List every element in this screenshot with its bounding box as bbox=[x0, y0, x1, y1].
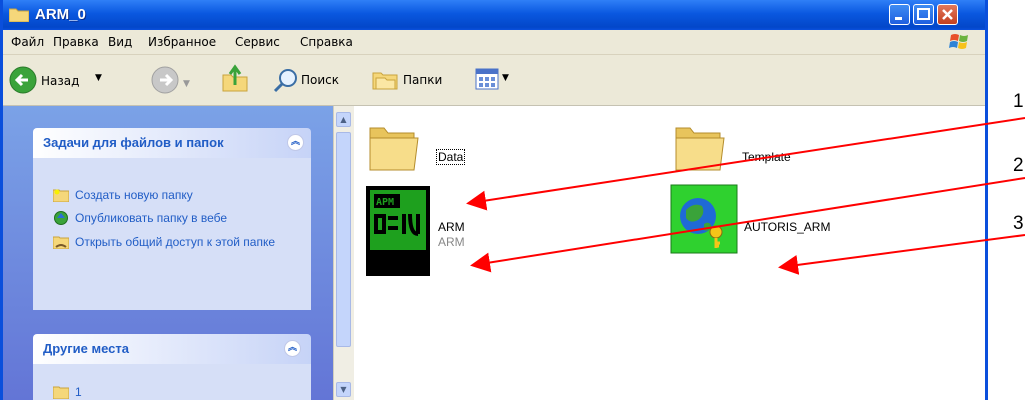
task-pane-scrollbar[interactable]: ▲ ▼ bbox=[333, 106, 354, 400]
search-label: Поиск bbox=[301, 73, 340, 87]
menu-tools[interactable]: Сервис bbox=[235, 35, 280, 49]
tasks-panel-title: Задачи для файлов и папок bbox=[43, 135, 224, 150]
file-item-data[interactable]: Data bbox=[366, 116, 486, 186]
annotation-label-1: 1 bbox=[1013, 91, 1024, 112]
dropdown-arrow-icon[interactable]: ▼ bbox=[183, 79, 190, 89]
folders-button[interactable]: Папки bbox=[371, 63, 461, 97]
scroll-down-icon[interactable]: ▼ bbox=[336, 382, 351, 397]
menu-file[interactable]: Файл bbox=[11, 35, 44, 49]
places-panel-header[interactable]: Другие места ︽ bbox=[33, 334, 311, 364]
folder-icon bbox=[369, 127, 419, 171]
new-folder-icon bbox=[53, 189, 69, 202]
close-icon bbox=[942, 9, 953, 20]
toolbar: Назад ▼ ▼ Поиск Папки ▼ bbox=[3, 55, 985, 106]
menu-help[interactable]: Справка bbox=[300, 35, 353, 49]
views-button[interactable]: ▼ bbox=[475, 67, 517, 93]
web-publish-icon bbox=[54, 211, 68, 225]
file-item-arm[interactable]: APM ARM ARM bbox=[364, 184, 494, 294]
folders-icon bbox=[372, 72, 398, 90]
maximize-button[interactable] bbox=[913, 4, 934, 25]
file-item-autoris-arm[interactable]: AUTORIS_ARM bbox=[670, 184, 870, 264]
annotation-label-2: 2 bbox=[1013, 155, 1024, 176]
folder-icon bbox=[675, 127, 725, 171]
autoris-app-icon bbox=[670, 184, 738, 254]
search-button[interactable]: Поиск bbox=[273, 63, 353, 97]
minimize-button[interactable] bbox=[889, 4, 910, 25]
folder-icon bbox=[53, 386, 69, 399]
file-list: Data Template APM ARM ARM AUTORIS_ARM bbox=[354, 106, 985, 400]
collapse-icon[interactable]: ︽ bbox=[284, 340, 301, 357]
menu-bar: Файл Правка Вид Избранное Сервис Справка bbox=[3, 30, 985, 55]
forward-arrow-icon[interactable] bbox=[151, 66, 179, 94]
close-button[interactable] bbox=[937, 4, 958, 25]
task-pane: Задачи для файлов и папок ︽ Создать нову… bbox=[3, 106, 333, 400]
minimize-icon bbox=[895, 17, 902, 20]
share-folder-icon bbox=[53, 236, 69, 249]
svg-text:APM: APM bbox=[376, 197, 394, 208]
places-panel-title: Другие места bbox=[43, 341, 130, 356]
folders-label: Папки bbox=[403, 73, 443, 87]
back-arrow-icon bbox=[9, 66, 37, 94]
maximize-icon bbox=[917, 8, 930, 20]
back-label: Назад bbox=[41, 74, 80, 88]
search-icon bbox=[273, 69, 297, 93]
places-panel-body: 1 bbox=[33, 364, 311, 400]
views-icon bbox=[475, 68, 499, 90]
scroll-up-icon[interactable]: ▲ bbox=[336, 112, 351, 127]
explorer-window: ARM_0 Файл Правка Вид Избранное Сервис С… bbox=[0, 0, 988, 400]
collapse-icon[interactable]: ︽ bbox=[287, 134, 304, 151]
windows-logo-icon bbox=[949, 34, 968, 49]
title-bar[interactable]: ARM_0 bbox=[3, 0, 985, 30]
scroll-thumb[interactable] bbox=[336, 132, 351, 347]
folder-icon bbox=[9, 8, 29, 22]
tasks-panel-header[interactable]: Задачи для файлов и папок ︽ bbox=[33, 128, 311, 158]
menu-view[interactable]: Вид bbox=[108, 35, 132, 49]
up-folder-icon[interactable] bbox=[221, 63, 249, 93]
menu-edit[interactable]: Правка bbox=[53, 35, 99, 49]
window-title: ARM_0 bbox=[35, 6, 86, 23]
back-button[interactable]: Назад ▼ bbox=[9, 61, 139, 99]
menu-favorites[interactable]: Избранное bbox=[148, 35, 216, 49]
dropdown-arrow-icon: ▼ bbox=[502, 73, 509, 83]
annotation-label-3: 3 bbox=[1013, 213, 1024, 234]
file-item-template[interactable]: Template bbox=[672, 116, 822, 186]
arm-app-icon: APM bbox=[366, 186, 430, 276]
dropdown-arrow-icon[interactable]: ▼ bbox=[95, 73, 102, 83]
tasks-panel-body: Создать новую папку Опубликовать папку в… bbox=[33, 158, 311, 310]
